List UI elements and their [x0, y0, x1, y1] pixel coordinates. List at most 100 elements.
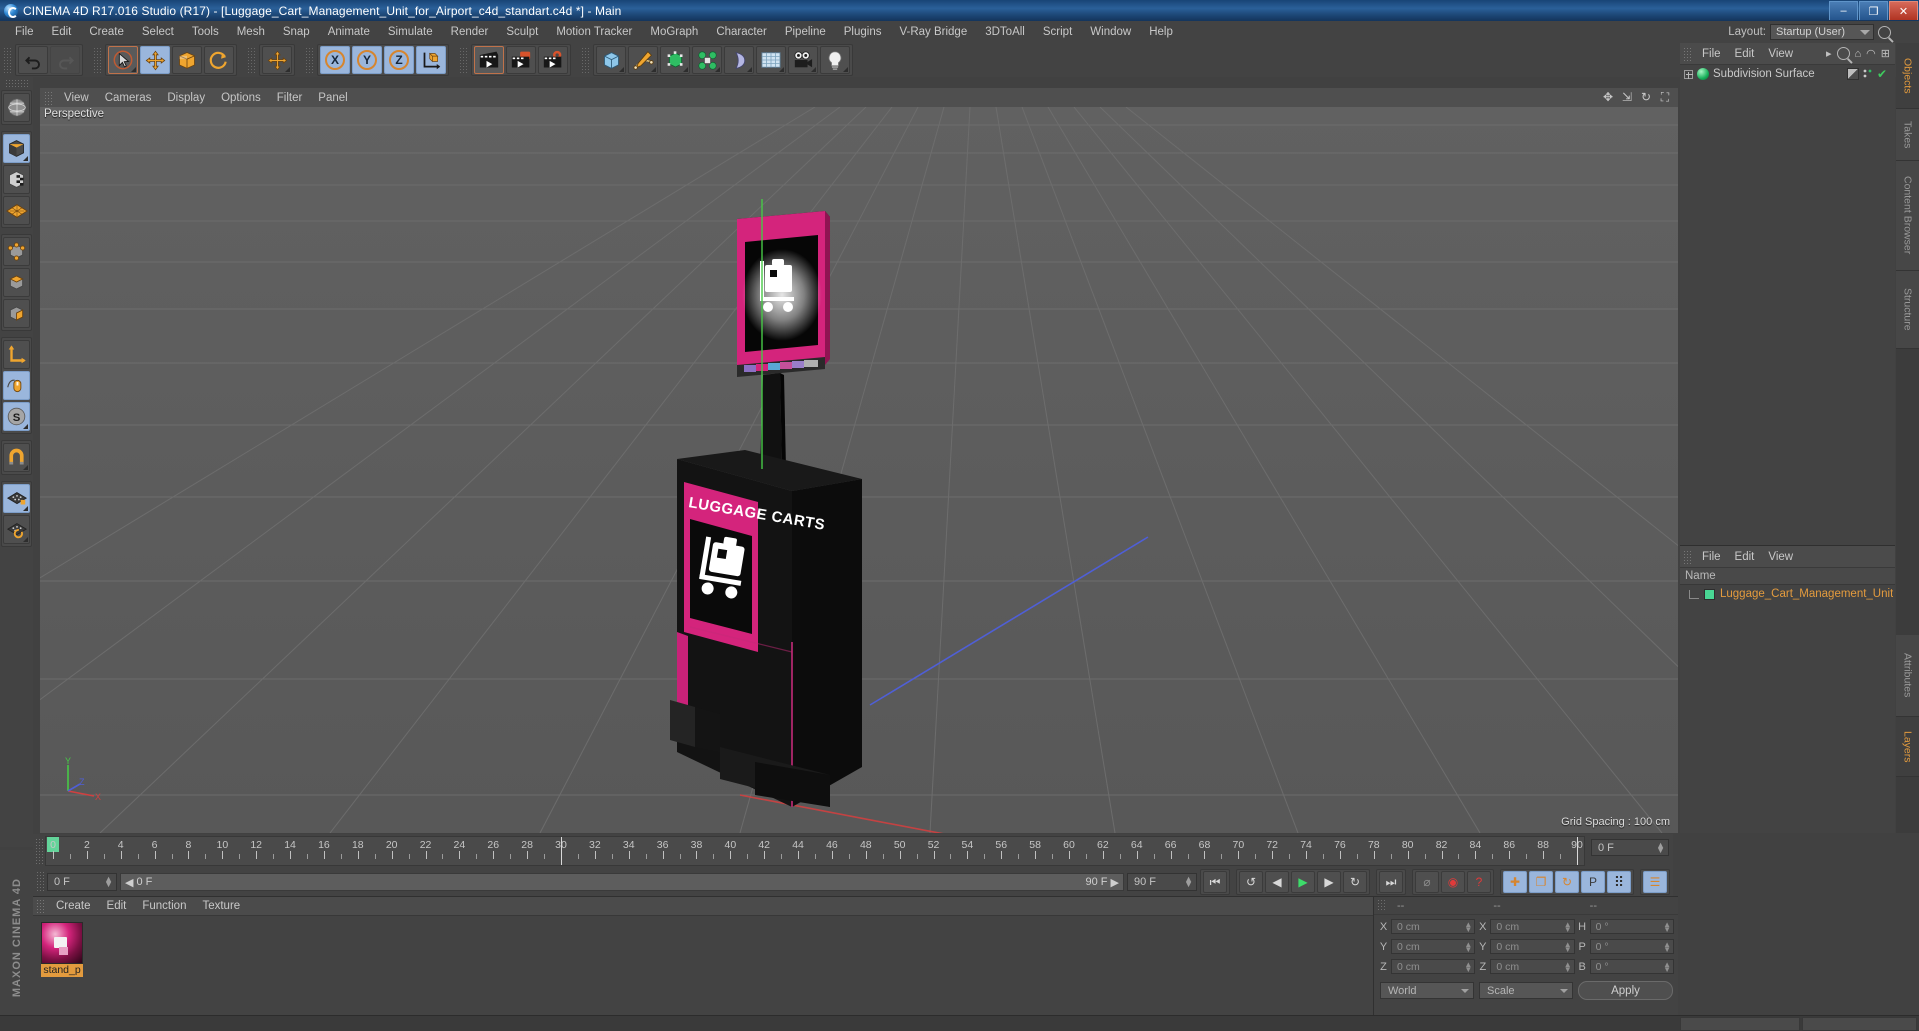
dots-tag[interactable]	[1862, 68, 1874, 80]
stepper-icon[interactable]: ▲ ▼	[1663, 921, 1671, 934]
y-axis-lock[interactable]: Y	[352, 46, 382, 74]
stepper-icon[interactable]: ▲ ▼	[1564, 941, 1572, 954]
stepper-icon[interactable]: ▲ ▼	[1564, 961, 1572, 974]
menu-sculpt[interactable]: Sculpt	[497, 24, 547, 40]
material-manager-grip[interactable]	[36, 899, 45, 913]
rotation-key-button[interactable]: ↻	[1555, 871, 1579, 893]
record-active-objects-button[interactable]: ◉	[1441, 871, 1465, 893]
menu-3dtoall[interactable]: 3DToAll	[976, 24, 1034, 40]
layer-manager-menu-view[interactable]: View	[1761, 550, 1800, 564]
viewport-menu-cameras[interactable]: Cameras	[97, 91, 160, 105]
menu-vray-bridge[interactable]: V-Ray Bridge	[890, 24, 976, 40]
axis-mode-button[interactable]	[3, 340, 30, 369]
layout-icon[interactable]: ⊞	[1881, 47, 1890, 60]
stepper-icon[interactable]: ▲ ▼	[1663, 961, 1671, 974]
previous-keyframe-button[interactable]: ↺	[1239, 871, 1263, 893]
layer-manager-menu-edit[interactable]: Edit	[1728, 550, 1762, 564]
viewport-menu-grip[interactable]	[44, 90, 53, 105]
object-manager-menu-edit[interactable]: Edit	[1728, 47, 1762, 61]
menu-render[interactable]: Render	[442, 24, 498, 40]
rotate-tool[interactable]	[204, 46, 234, 74]
stepper-icon-3[interactable]: ▲ ▼	[1184, 875, 1193, 889]
render-to-picture-viewer-button[interactable]	[506, 46, 536, 74]
make-editable-button[interactable]	[3, 93, 30, 122]
end-frame-field[interactable]: 90 F ▲ ▼	[1127, 873, 1197, 891]
go-to-end-button[interactable]: ⏭	[1379, 871, 1403, 893]
menu-window[interactable]: Window	[1081, 24, 1140, 40]
menu-create[interactable]: Create	[80, 24, 133, 40]
mograph-button[interactable]	[692, 46, 722, 74]
maximize-button[interactable]: ❐	[1859, 1, 1888, 20]
menu-plugins[interactable]: Plugins	[835, 24, 891, 40]
menu-mograph[interactable]: MoGraph	[641, 24, 707, 40]
menu-mesh[interactable]: Mesh	[228, 24, 274, 40]
move-axis-tool[interactable]	[262, 46, 292, 74]
play-button[interactable]: ▶	[1291, 871, 1315, 893]
size-y-field[interactable]: 0 cm ▲ ▼	[1490, 939, 1575, 954]
generator-button[interactable]	[660, 46, 690, 74]
z-axis-lock[interactable]: Z	[384, 46, 414, 74]
stepper-icon[interactable]: ▲ ▼	[1663, 941, 1671, 954]
menu-character[interactable]: Character	[707, 24, 776, 40]
size-z-field[interactable]: 0 cm ▲ ▼	[1490, 959, 1575, 974]
search-icon[interactable]	[1878, 25, 1891, 39]
redo-button[interactable]	[50, 46, 80, 74]
workplane-mode-button[interactable]	[3, 196, 30, 225]
viewport-menu-display[interactable]: Display	[159, 91, 213, 105]
render-settings-button[interactable]	[538, 46, 568, 74]
menu-snap[interactable]: Snap	[274, 24, 319, 40]
next-keyframe-button[interactable]: ↻	[1343, 871, 1367, 893]
live-selection-tool[interactable]	[108, 46, 138, 74]
start-frame-field[interactable]: 0 F ▲ ▼	[47, 873, 117, 891]
spline-pen-button[interactable]	[628, 46, 658, 74]
material-menu-edit[interactable]: Edit	[99, 899, 135, 913]
move-view-icon[interactable]: ✥	[1601, 90, 1615, 104]
edges-mode-button[interactable]	[3, 268, 30, 297]
menu-help[interactable]: Help	[1140, 24, 1182, 40]
layer-manager-menu-file[interactable]: File	[1695, 550, 1728, 564]
timeline-grip[interactable]	[35, 838, 43, 864]
x-axis-lock[interactable]: X	[320, 46, 350, 74]
menu-tools[interactable]: Tools	[183, 24, 228, 40]
planar-workplane-button[interactable]	[3, 515, 30, 544]
material-item[interactable]: stand_p	[41, 922, 83, 977]
viewport-scene[interactable]: LUGGAGE CARTS	[40, 107, 1678, 833]
stepper-icon[interactable]: ▲ ▼	[1464, 921, 1472, 934]
magnet-tool-button[interactable]	[3, 443, 30, 472]
tab-objects[interactable]: Objects	[1896, 43, 1919, 109]
tab-takes[interactable]: Takes	[1896, 109, 1919, 161]
menu-pipeline[interactable]: Pipeline	[776, 24, 835, 40]
check-tag[interactable]: ✔	[1877, 68, 1887, 80]
points-mode-button[interactable]	[3, 237, 30, 266]
position-z-field[interactable]: 0 cm ▲ ▼	[1391, 959, 1476, 974]
material-tag[interactable]	[1846, 68, 1859, 80]
world-object-coordinates-button[interactable]	[416, 46, 446, 74]
cube-primitive-button[interactable]	[596, 46, 626, 74]
tab-content-browser[interactable]: Content Browser	[1896, 161, 1919, 271]
preview-range-bar[interactable]: ◀ 0 F 90 F ▶	[120, 873, 1124, 891]
model-mode-button[interactable]	[3, 134, 30, 163]
toolbar-grip[interactable]	[3, 47, 12, 73]
move-tool[interactable]	[140, 46, 170, 74]
step-forward-button[interactable]: ▶	[1317, 871, 1341, 893]
position-x-field[interactable]: 0 cm ▲ ▼	[1391, 919, 1476, 934]
range-left-arrow-icon[interactable]: ◀	[125, 876, 133, 889]
stepper-icon[interactable]: ▲ ▼	[1656, 841, 1665, 855]
step-back-button[interactable]: ◀	[1265, 871, 1289, 893]
viewport-menu-filter[interactable]: Filter	[269, 91, 311, 105]
search-icon[interactable]	[1836, 47, 1850, 60]
light-button[interactable]	[820, 46, 850, 74]
stepper-icon[interactable]: ▲ ▼	[1464, 941, 1472, 954]
material-menu-texture[interactable]: Texture	[194, 899, 248, 913]
toolbar-grip-4[interactable]	[305, 47, 314, 73]
menu-select[interactable]: Select	[133, 24, 183, 40]
object-manager-menu-file[interactable]: File	[1695, 47, 1728, 61]
chevron-right-icon[interactable]: ▸	[1826, 47, 1832, 60]
rotation-h-field[interactable]: 0 ° ▲ ▼	[1589, 919, 1674, 934]
rotate-view-icon[interactable]: ↻	[1639, 90, 1653, 104]
scale-key-button[interactable]: ❐	[1529, 871, 1553, 893]
tab-layers[interactable]: Layers	[1896, 717, 1919, 777]
toolbar-grip-2[interactable]	[93, 47, 102, 73]
object-manager-grip[interactable]	[1683, 46, 1692, 61]
menu-edit[interactable]: Edit	[43, 24, 81, 40]
